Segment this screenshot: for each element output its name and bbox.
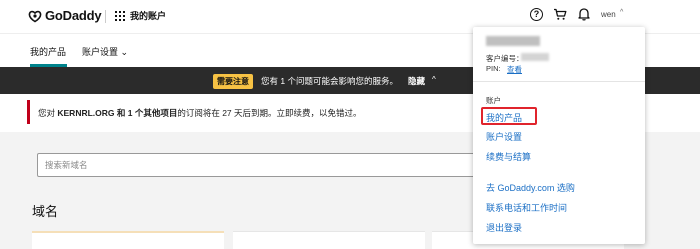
my-products-link[interactable]: 我的产品	[486, 111, 522, 124]
apps-grid-icon[interactable]	[115, 11, 125, 21]
header-divider	[105, 10, 106, 23]
renewal-others: 1 个其他项目	[127, 108, 178, 118]
account-section-label: 账户	[486, 96, 501, 105]
hide-alert-button[interactable]: 隐藏	[408, 75, 425, 87]
renewal-domain: KERNRL.ORG	[57, 108, 115, 118]
attention-badge: 需要注意	[213, 74, 253, 89]
logo-text: GoDaddy	[45, 8, 102, 23]
renewal-and: 和	[114, 108, 128, 118]
renewal-prefix: 您对	[38, 108, 58, 118]
renewal-suffix: 的订阅将在 27 天后到期。立即续费，以免错过。	[177, 108, 362, 118]
tab-my-products[interactable]: 我的产品	[30, 45, 66, 58]
user-menu-name[interactable]: wen	[601, 10, 616, 19]
contact-hours-link[interactable]: 联系电话和工作时间	[486, 201, 567, 214]
alert-message: 您有 1 个问题可能会影响您的服务。	[261, 76, 398, 86]
domain-search-input[interactable]	[38, 154, 512, 176]
sign-out-link[interactable]: 退出登录	[486, 221, 522, 234]
domains-section-title: 域名	[32, 204, 59, 219]
blurred-user-name	[486, 36, 540, 46]
shop-godaddy-link[interactable]: 去 GoDaddy.com 选购	[486, 181, 575, 194]
cart-icon[interactable]	[553, 8, 567, 21]
renewal-message: 您对 KERNRL.ORG 和 1 个其他项目的订阅将在 27 天后到期。立即续…	[38, 107, 362, 119]
domain-card[interactable]	[32, 231, 224, 249]
godaddy-logo[interactable]: GoDaddy	[28, 8, 102, 23]
view-pin-link[interactable]: 查看	[507, 64, 522, 75]
help-icon[interactable]: ?	[530, 8, 543, 21]
customer-id-label: 客户编号：	[486, 54, 524, 63]
domain-search[interactable]	[37, 153, 513, 177]
domain-card[interactable]	[233, 231, 425, 249]
chevron-up-icon[interactable]: ^	[432, 75, 436, 84]
godaddy-logo-icon	[28, 10, 42, 22]
blurred-customer-id	[521, 53, 549, 61]
tab-account-settings[interactable]: 账户设置 ⌄	[82, 45, 128, 58]
chevron-up-icon[interactable]: ^	[620, 9, 623, 16]
account-dropdown: 客户编号： PIN: 查看 账户 我的产品 账户设置 续费与结算 去 GoDad…	[473, 27, 645, 244]
dropdown-divider	[473, 81, 645, 82]
pin-label: PIN:	[486, 64, 501, 73]
bell-icon[interactable]	[578, 7, 590, 21]
account-settings-link[interactable]: 账户设置	[486, 130, 522, 143]
renewals-billing-link[interactable]: 续费与结算	[486, 150, 531, 163]
notice-accent-bar	[27, 100, 30, 124]
page-title: 我的账户	[130, 11, 167, 21]
